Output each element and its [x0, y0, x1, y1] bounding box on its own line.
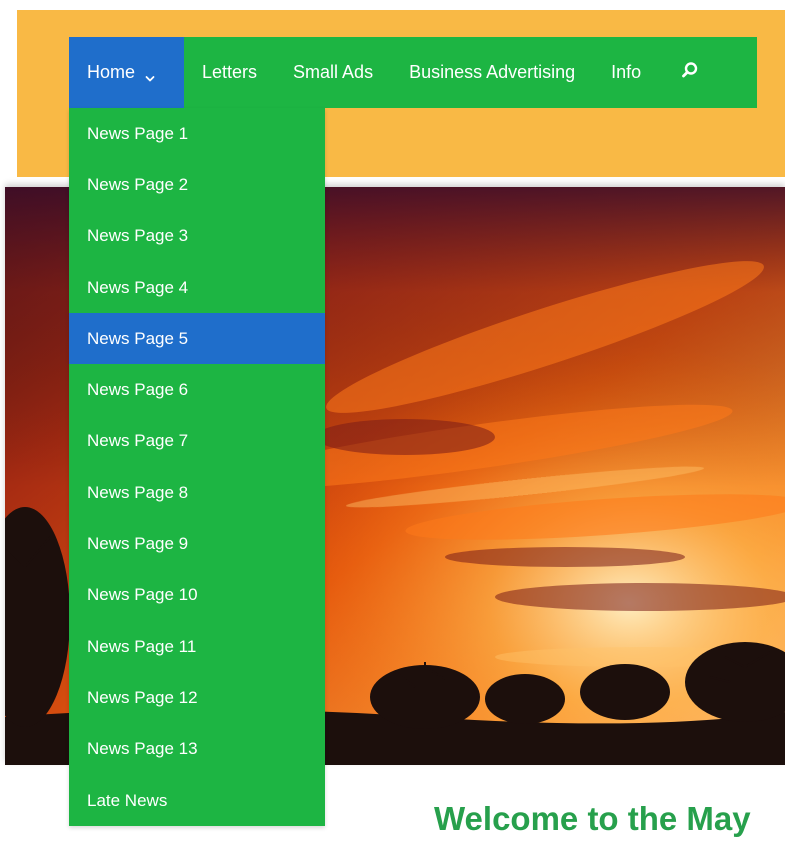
nav-item-letters[interactable]: Letters [184, 37, 275, 108]
dropdown-item-news-page-11[interactable]: News Page 11 [69, 621, 325, 672]
nav-item-letters-label: Letters [202, 62, 258, 82]
search-icon [681, 61, 699, 84]
home-dropdown-menu: News Page 1 News Page 2 News Page 3 News… [69, 108, 325, 827]
dropdown-item-news-page-2[interactable]: News Page 2 [69, 159, 325, 210]
nav-item-business-advertising-label: Business Advertising [409, 62, 576, 82]
dropdown-item-news-page-4[interactable]: News Page 4 [69, 262, 325, 313]
dropdown-item-news-page-1[interactable]: News Page 1 [69, 108, 325, 159]
dropdown-item-news-page-9[interactable]: News Page 9 [69, 518, 325, 569]
dropdown-item-news-page-6[interactable]: News Page 6 [69, 364, 325, 415]
nav-item-info[interactable]: Info [593, 37, 659, 108]
nav-item-business-advertising[interactable]: Business Advertising [391, 37, 593, 108]
main-navigation: Home Letters Small Ads Business Advertis… [69, 37, 757, 108]
nav-item-small-ads-label: Small Ads [293, 62, 374, 82]
chevron-down-icon [145, 68, 155, 81]
dropdown-item-news-page-8[interactable]: News Page 8 [69, 467, 325, 518]
search-button[interactable] [663, 37, 717, 108]
dropdown-item-news-page-12[interactable]: News Page 12 [69, 672, 325, 723]
nav-item-home-label: Home [87, 62, 136, 82]
dropdown-item-news-page-10[interactable]: News Page 10 [69, 570, 325, 621]
nav-item-info-label: Info [611, 62, 642, 82]
nav-item-small-ads[interactable]: Small Ads [275, 37, 391, 108]
dropdown-item-news-page-7[interactable]: News Page 7 [69, 416, 325, 467]
dropdown-item-news-page-3[interactable]: News Page 3 [69, 211, 325, 262]
nav-item-home[interactable]: Home [69, 37, 184, 108]
dropdown-item-news-page-5[interactable]: News Page 5 [69, 313, 325, 365]
dropdown-item-news-page-13[interactable]: News Page 13 [69, 724, 325, 775]
dropdown-item-late-news[interactable]: Late News [69, 775, 325, 826]
page-heading: Welcome to the May [434, 800, 751, 837]
